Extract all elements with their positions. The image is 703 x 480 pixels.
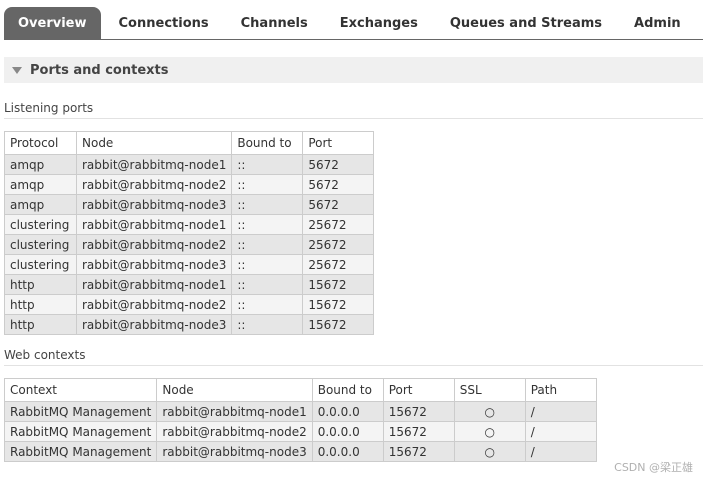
section-toggle-ports-and-contexts[interactable]: Ports and contexts (4, 57, 703, 83)
table-cell: :: (231, 294, 304, 315)
listening-ports-heading: Listening ports (4, 101, 703, 119)
column-header: Node (75, 131, 233, 155)
tab-admin[interactable]: Admin (620, 7, 695, 39)
tab-exchanges[interactable]: Exchanges (326, 7, 432, 39)
table-cell: rabbit@rabbitmq-node3 (75, 194, 233, 215)
web-contexts-heading: Web contexts (4, 348, 703, 366)
table-cell: 0.0.0.0 (311, 441, 384, 462)
table-row: amqp rabbit@rabbitmq-node3:: 5672 (4, 194, 375, 215)
table-cell: RabbitMQ Management (3, 441, 158, 462)
table-cell: 25672 (302, 254, 375, 275)
table-cell: rabbit@rabbitmq-node2 (156, 421, 313, 442)
table-cell: rabbit@rabbitmq-node3 (75, 314, 233, 335)
table-cell: ○ (453, 441, 526, 462)
table-cell: 5672 (302, 174, 375, 195)
table-cell: rabbit@rabbitmq-node1 (75, 154, 233, 175)
column-header: Node (156, 378, 313, 402)
table-cell: rabbit@rabbitmq-node3 (156, 441, 313, 462)
table-cell: clustering (4, 214, 77, 235)
table-cell: amqp (4, 174, 77, 195)
tab-queues-and-streams[interactable]: Queues and Streams (436, 7, 616, 39)
table-cell: rabbit@rabbitmq-node2 (75, 174, 233, 195)
column-header: Context (3, 378, 158, 402)
table-row: http rabbit@rabbitmq-node3:: 15672 (4, 314, 375, 335)
table-cell: 15672 (382, 441, 455, 462)
table-cell: ○ (453, 401, 526, 422)
table-header-row: Context Node Bound to Port SSL Path (3, 378, 597, 402)
web-contexts-table: Context Node Bound to Port SSL Path Rabb… (3, 378, 597, 462)
table-row: RabbitMQ Management rabbit@rabbitmq-node3… (3, 441, 597, 462)
table-cell: http (4, 274, 77, 295)
table-cell: ○ (453, 421, 526, 442)
tab-connections[interactable]: Connections (105, 7, 223, 39)
column-header: Bound to (231, 131, 304, 155)
column-header: Port (302, 131, 375, 155)
table-cell: :: (231, 234, 304, 255)
table-row: amqp rabbit@rabbitmq-node1:: 5672 (4, 154, 375, 175)
table-cell: 15672 (302, 274, 375, 295)
table-cell: rabbit@rabbitmq-node2 (75, 294, 233, 315)
tab-channels[interactable]: Channels (227, 7, 322, 39)
table-row: RabbitMQ Management rabbit@rabbitmq-node2… (3, 421, 597, 442)
table-cell: rabbit@rabbitmq-node2 (75, 234, 233, 255)
column-header: SSL (453, 378, 526, 402)
table-row: clustering rabbit@rabbitmq-node1:: 25672 (4, 214, 375, 235)
table-header-row: Protocol Node Bound to Port (4, 131, 375, 155)
table-cell: rabbit@rabbitmq-node1 (156, 401, 313, 422)
table-cell: 5672 (302, 194, 375, 215)
table-cell: / (524, 401, 597, 422)
table-cell: http (4, 314, 77, 335)
table-row: amqp rabbit@rabbitmq-node2:: 5672 (4, 174, 375, 195)
table-cell: :: (231, 274, 304, 295)
table-cell: 0.0.0.0 (311, 401, 384, 422)
table-cell: rabbit@rabbitmq-node1 (75, 214, 233, 235)
main-nav-tabs: Overview Connections Channels Exchanges … (4, 7, 703, 40)
table-cell: :: (231, 154, 304, 175)
table-cell: http (4, 294, 77, 315)
table-row: clustering rabbit@rabbitmq-node2:: 25672 (4, 234, 375, 255)
table-row: RabbitMQ Management rabbit@rabbitmq-node1… (3, 401, 597, 422)
column-header: Port (382, 378, 455, 402)
table-cell: 5672 (302, 154, 375, 175)
table-cell: :: (231, 194, 304, 215)
table-row: clustering rabbit@rabbitmq-node3:: 25672 (4, 254, 375, 275)
table-cell: :: (231, 214, 304, 235)
tab-overview[interactable]: Overview (4, 7, 101, 39)
table-row: http rabbit@rabbitmq-node2:: 15672 (4, 294, 375, 315)
section-title: Ports and contexts (30, 62, 169, 78)
column-header: Bound to (311, 378, 384, 402)
table-cell: rabbit@rabbitmq-node3 (75, 254, 233, 275)
table-cell: 15672 (382, 401, 455, 422)
column-header: Protocol (4, 131, 77, 155)
table-cell: amqp (4, 194, 77, 215)
collapse-triangle-icon (12, 66, 22, 74)
table-cell: / (524, 441, 597, 462)
table-cell: :: (231, 314, 304, 335)
table-cell: 15672 (302, 294, 375, 315)
table-cell: clustering (4, 234, 77, 255)
table-cell: RabbitMQ Management (3, 421, 158, 442)
table-cell: 15672 (382, 421, 455, 442)
column-header: Path (524, 378, 597, 402)
table-cell: RabbitMQ Management (3, 401, 158, 422)
table-row: http rabbit@rabbitmq-node1:: 15672 (4, 274, 375, 295)
table-cell: / (524, 421, 597, 442)
watermark: CSDN @梁正雄 (614, 461, 693, 474)
table-cell: 25672 (302, 234, 375, 255)
table-cell: clustering (4, 254, 77, 275)
listening-ports-table: Protocol Node Bound to Port amqp rabbit@r… (4, 131, 375, 335)
table-cell: :: (231, 254, 304, 275)
table-cell: 25672 (302, 214, 375, 235)
table-cell: rabbit@rabbitmq-node1 (75, 274, 233, 295)
table-cell: :: (231, 174, 304, 195)
table-cell: 0.0.0.0 (311, 421, 384, 442)
table-cell: amqp (4, 154, 77, 175)
table-cell: 15672 (302, 314, 375, 335)
